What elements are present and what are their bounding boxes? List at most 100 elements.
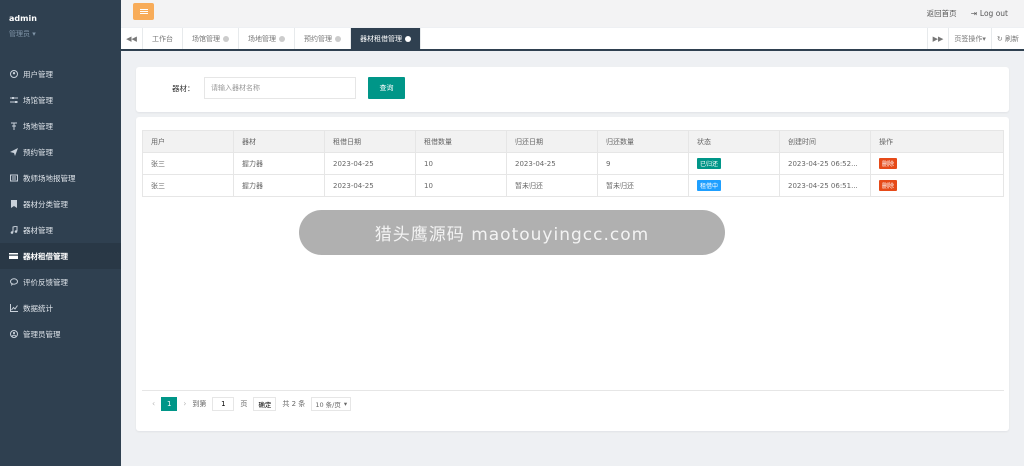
sidebar-item-teacher-reports[interactable]: 教师场地报管理 <box>0 165 121 191</box>
logout-link[interactable]: ⇥ Log out <box>971 8 1008 19</box>
cell-rent-qty: 10 <box>415 152 507 175</box>
hamburger-icon <box>139 9 148 14</box>
close-icon[interactable] <box>405 35 411 42</box>
search-panel: 器材： 查询 <box>136 67 1009 112</box>
tabs-scroll-left-button[interactable]: ◀◀ <box>121 28 143 49</box>
sidebar-nav: 用户管理 场馆管理 场地管理 预约管理 教师场地报管理 器材分类管理 器材管理 <box>0 61 121 347</box>
tab-label: 器材租借管理 <box>360 34 402 43</box>
comment-icon <box>9 278 18 287</box>
status-badge: 已归还 <box>697 158 722 169</box>
chart-icon <box>9 304 18 313</box>
cell-user: 张三 <box>142 174 234 197</box>
close-icon[interactable] <box>279 35 285 42</box>
cell-status: 租借中 <box>688 174 780 197</box>
sidebar-item-label: 用户管理 <box>23 69 53 79</box>
tab-equipment-rental[interactable]: 器材租借管理 <box>351 28 421 49</box>
home-link[interactable]: 返回首页 <box>927 8 957 19</box>
goto-label: 到第 <box>192 399 207 408</box>
cell-return-date: 暂未归还 <box>506 174 598 197</box>
sidebar-item-label: 器材租借管理 <box>23 251 68 261</box>
tabs-bar: ◀◀ 工作台 场馆管理 场地管理 预约管理 器材租借管理 ▶▶ 页签操作▾ ↻ … <box>121 28 1024 51</box>
col-header-status: 状态 <box>688 130 780 153</box>
current-page[interactable]: 1 <box>161 396 178 411</box>
cell-actions: 删除 <box>870 174 1004 197</box>
search-button[interactable]: 查询 <box>368 77 405 99</box>
logout-label: Log out <box>979 9 1008 18</box>
cell-status: 已归还 <box>688 152 780 175</box>
sidebar-item-label: 预约管理 <box>23 147 53 157</box>
sidebar-item-label: 场地管理 <box>23 121 53 131</box>
close-icon[interactable] <box>223 35 229 42</box>
watermark-overlay: 猎头鹰源码 maotouyingcc.com <box>299 210 725 255</box>
sidebar: admin 管理员 ▾ 用户管理 场馆管理 场地管理 预约管理 教师场地报管理 … <box>0 0 121 466</box>
cell-created: 2023-04-25 06:52... <box>779 152 871 175</box>
col-header-created: 创建时间 <box>779 130 871 153</box>
cell-actions: 删除 <box>870 152 1004 175</box>
cell-return-qty: 9 <box>597 152 689 175</box>
refresh-button[interactable]: ↻ 刷新 <box>990 28 1024 49</box>
next-page-icon[interactable]: › <box>183 399 186 408</box>
goto-confirm-button[interactable]: 确定 <box>253 396 277 411</box>
sidebar-item-equipment-categories[interactable]: 器材分类管理 <box>0 191 121 217</box>
sidebar-item-admins[interactable]: 管理员管理 <box>0 321 121 347</box>
goto-page-input[interactable] <box>212 396 235 411</box>
sidebar-item-label: 数据统计 <box>23 303 53 313</box>
user-icon <box>9 70 18 79</box>
delete-button[interactable]: 删除 <box>879 158 898 169</box>
pin-icon <box>9 122 18 131</box>
tab-fields[interactable]: 场地管理 <box>239 28 295 49</box>
tab-workbench[interactable]: 工作台 <box>143 28 183 49</box>
sidebar-item-fields[interactable]: 场地管理 <box>0 113 121 139</box>
status-badge: 租借中 <box>697 180 722 191</box>
tabs: 工作台 场馆管理 场地管理 预约管理 器材租借管理 <box>143 28 421 49</box>
equipment-search-input[interactable] <box>204 77 356 99</box>
page-size-value: 10 条/页 <box>315 400 341 409</box>
admin-icon <box>9 330 18 339</box>
col-header-actions: 操作 <box>870 130 1004 153</box>
col-header-return-date: 归还日期 <box>506 130 598 153</box>
sidebar-item-equipment-rental[interactable]: 器材租借管理 <box>0 243 121 269</box>
chevron-down-icon: ▾ <box>343 399 348 408</box>
tabs-scroll-right-button[interactable]: ▶▶ <box>926 28 949 49</box>
double-chevron-left-icon: ◀◀ <box>126 34 137 43</box>
menu-toggle-button[interactable] <box>133 3 154 20</box>
sidebar-item-users[interactable]: 用户管理 <box>0 61 121 87</box>
send-icon <box>9 148 18 157</box>
sliders-icon <box>9 96 18 105</box>
topbar: 返回首页 ⇥ Log out <box>121 0 1024 27</box>
col-header-rent-date: 租借日期 <box>324 130 416 153</box>
delete-button[interactable]: 删除 <box>879 180 898 191</box>
list-icon <box>9 174 18 183</box>
search-label: 器材： <box>172 84 195 93</box>
sidebar-item-label: 器材分类管理 <box>23 199 68 209</box>
username: admin <box>9 14 37 23</box>
tab-label: 场馆管理 <box>192 34 220 43</box>
table-header-row: 用户 器材 租借日期 租借数量 归还日期 归还数量 状态 创建时间 操作 <box>142 130 1004 153</box>
refresh-label: 刷新 <box>1005 34 1019 43</box>
sidebar-item-statistics[interactable]: 数据统计 <box>0 295 121 321</box>
prev-page-icon[interactable]: ‹ <box>152 399 155 408</box>
role-dropdown[interactable]: 管理员 ▾ <box>9 29 121 39</box>
double-chevron-right-icon: ▶▶ <box>932 34 944 43</box>
sidebar-item-label: 评价反馈管理 <box>23 277 68 287</box>
sidebar-item-reservations[interactable]: 预约管理 <box>0 139 121 165</box>
top-links: 返回首页 ⇥ Log out <box>927 8 1008 19</box>
tab-reservations[interactable]: 预约管理 <box>295 28 351 49</box>
profile: admin 管理员 ▾ <box>0 0 121 60</box>
cell-equipment: 握力器 <box>233 152 325 175</box>
sidebar-item-equipment[interactable]: 器材管理 <box>0 217 121 243</box>
tab-label: 工作台 <box>152 34 173 43</box>
rental-table: 用户 器材 租借日期 租借数量 归还日期 归还数量 状态 创建时间 操作 张三 … <box>142 130 1004 197</box>
cell-return-qty: 暂未归还 <box>597 174 689 197</box>
col-header-equipment: 器材 <box>233 130 325 153</box>
sidebar-item-feedback[interactable]: 评价反馈管理 <box>0 269 121 295</box>
total-count: 共 2 条 <box>282 399 306 408</box>
page-ops-dropdown[interactable]: 页签操作▾ <box>948 28 991 49</box>
pagination: ‹ 1 › 到第 页 确定 共 2 条 10 条/页▾ <box>142 390 1004 416</box>
page-unit-label: 页 <box>240 399 248 408</box>
cell-user: 张三 <box>142 152 234 175</box>
close-icon[interactable] <box>335 35 341 42</box>
tab-venues[interactable]: 场馆管理 <box>183 28 239 49</box>
page-size-select[interactable]: 10 条/页 ▾ <box>311 396 352 411</box>
sidebar-item-venues[interactable]: 场馆管理 <box>0 87 121 113</box>
